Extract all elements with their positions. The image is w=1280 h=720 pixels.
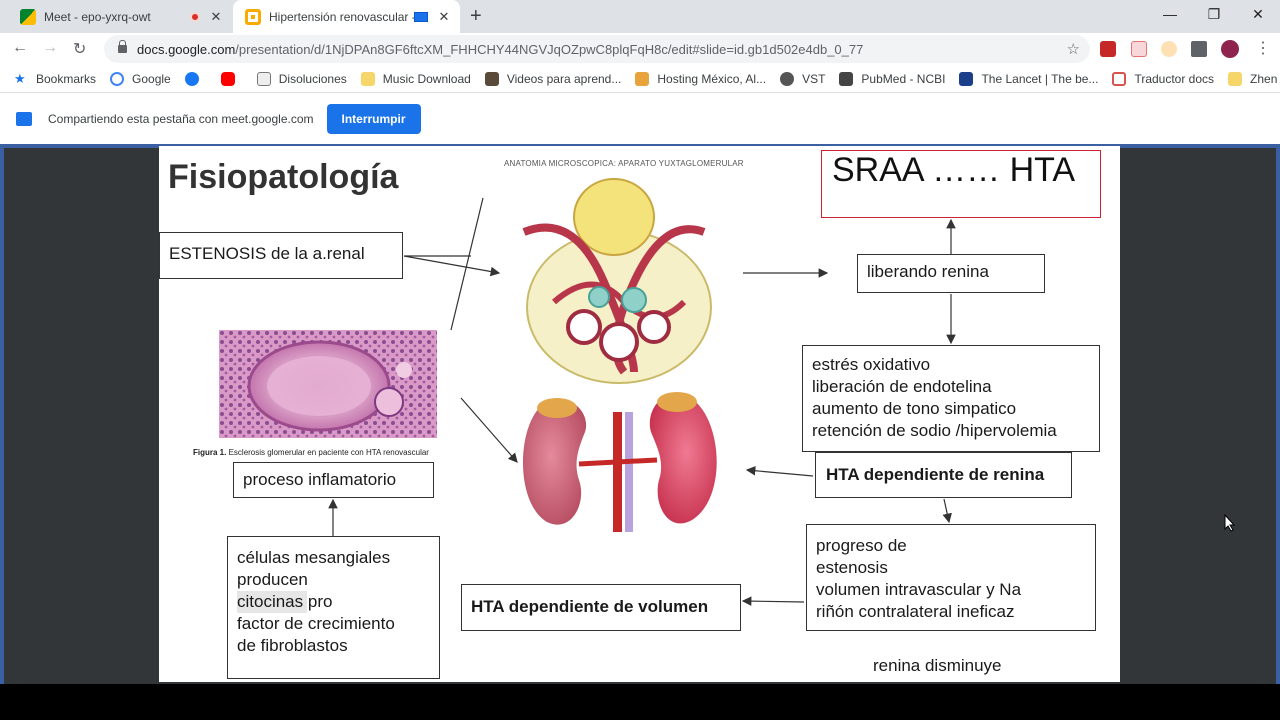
sharing-text: Compartiendo esta pestaña con meet.googl…: [48, 111, 314, 126]
extension-icon[interactable]: [1161, 41, 1177, 57]
bookmark-item[interactable]: Disoluciones: [256, 71, 347, 86]
new-tab-icon[interactable]: +: [470, 5, 482, 28]
google-icon: [110, 71, 125, 86]
hosting-icon: [635, 71, 650, 86]
facebook-icon: [184, 71, 199, 86]
avatar[interactable]: [1221, 40, 1239, 58]
address-bar[interactable]: docs.google.com/presentation/d/1NjDPAn8G…: [104, 35, 1090, 63]
slide: Fisiopatología SRAA …… HTA ESTENOSIS de …: [159, 146, 1120, 682]
close-tab-icon[interactable]: ✕: [208, 9, 224, 25]
bottom-bar: [0, 684, 1280, 720]
sharing-bar: Compartiendo esta pestaña con meet.googl…: [0, 92, 1280, 144]
bookmark-item[interactable]: [220, 71, 243, 86]
bookmark-item[interactable]: Hosting México, Al...: [635, 71, 766, 86]
bookmark-item[interactable]: Traductor docs: [1112, 71, 1214, 86]
window-controls: — ❐ ✕: [1148, 0, 1280, 30]
bookmark-item[interactable]: PubMed - NCBI: [839, 71, 945, 86]
bookmark-item[interactable]: The Lancet | The be...: [959, 71, 1098, 86]
minimize-icon[interactable]: —: [1148, 0, 1192, 30]
flow-arrows: [328, 197, 956, 606]
share-screen-icon: [16, 111, 32, 126]
menu-icon[interactable]: ⋮: [1255, 38, 1271, 58]
stop-sharing-button[interactable]: Interrumpir: [326, 103, 421, 134]
bookmark-star-icon[interactable]: ☆: [1067, 40, 1080, 58]
flask-icon: [256, 71, 271, 86]
bookmarks-bar: ★ Bookmarks Google Disoluciones Music Dow…: [0, 65, 1280, 92]
star-icon: ★: [14, 70, 26, 86]
tab-slides[interactable]: Hipertensión renovascular - ✕: [233, 0, 460, 33]
reload-icon[interactable]: ↻: [73, 39, 86, 59]
forward-icon[interactable]: →: [42, 39, 58, 57]
slides-icon: [245, 8, 261, 25]
browser-toolbar: ← → ↻ docs.google.com/presentation/d/1Nj…: [0, 33, 1280, 65]
pubmed-icon: [839, 71, 854, 86]
tab-title: Hipertensión renovascular -: [269, 9, 414, 24]
bookmark-item[interactable]: ★ Bookmarks: [14, 70, 96, 86]
tab-title: Meet - epo-yxrq-owt: [44, 9, 151, 24]
tab-strip: Meet - epo-yxrq-owt ✕ Hipertensión renov…: [0, 0, 1280, 33]
youtube-icon: [220, 71, 235, 86]
extension-icon[interactable]: [1100, 41, 1116, 57]
lock-icon: [118, 40, 127, 53]
lancet-icon: [959, 71, 974, 86]
globe-icon: [780, 71, 795, 86]
folder-icon: [1228, 71, 1243, 86]
url-text: docs.google.com/presentation/d/1NjDPAn8G…: [137, 41, 864, 57]
restore-icon[interactable]: ❐: [1192, 0, 1236, 30]
back-icon[interactable]: ←: [12, 39, 28, 57]
close-tab-icon[interactable]: ✕: [436, 9, 452, 25]
cast-icon: [414, 11, 428, 22]
folder-icon: [360, 71, 375, 86]
meet-icon: [20, 8, 36, 25]
extension-icon[interactable]: [1131, 41, 1147, 57]
tab-meet[interactable]: Meet - epo-yxrq-owt ✕: [8, 0, 232, 33]
puzzle-icon[interactable]: [1191, 41, 1207, 57]
bookmark-item[interactable]: VST: [780, 71, 825, 86]
bookmark-item[interactable]: Music Download: [360, 71, 471, 86]
bookmark-item[interactable]: Videos para aprend...: [484, 71, 621, 86]
bookmark-item[interactable]: Google: [110, 71, 171, 86]
video-icon: [484, 71, 499, 86]
mouse-cursor-icon: [1224, 514, 1236, 532]
bookmark-item[interactable]: Zhen: [1228, 71, 1277, 86]
close-window-icon[interactable]: ✕: [1236, 0, 1280, 30]
bookmark-item[interactable]: [184, 71, 207, 86]
translate-icon: [1112, 71, 1127, 86]
recording-icon: [190, 11, 200, 22]
